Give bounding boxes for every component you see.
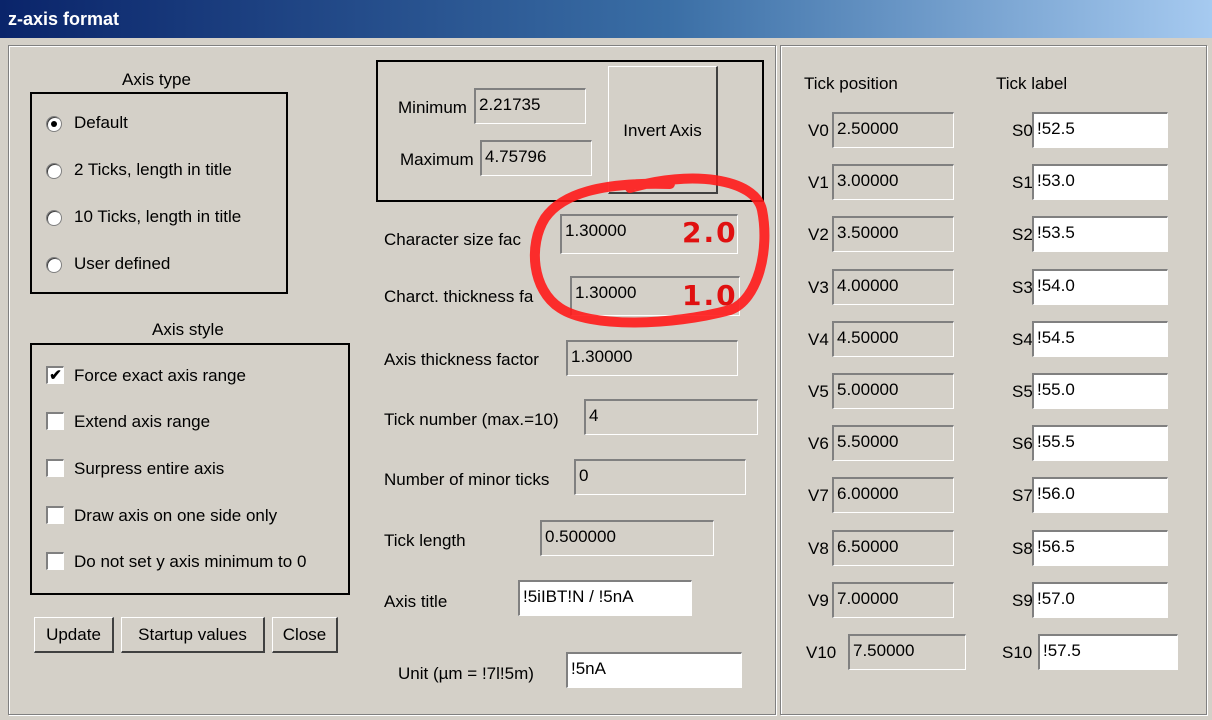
check-force-exact-label: Force exact axis range bbox=[74, 366, 246, 385]
tick-s-label: S3 bbox=[1012, 278, 1033, 297]
axis-type-heading: Axis type bbox=[122, 70, 191, 89]
tick-label-field[interactable]: !55.5 bbox=[1032, 425, 1168, 461]
maximum-label: Maximum bbox=[400, 150, 474, 169]
tick-s-label: S1 bbox=[1012, 173, 1033, 192]
tick-v-label: V3 bbox=[808, 278, 829, 297]
tick-label-field[interactable]: !53.5 bbox=[1032, 216, 1168, 252]
tick-position-field[interactable]: 4.00000 bbox=[832, 269, 954, 305]
tick-s-label: S4 bbox=[1012, 330, 1033, 349]
axis-thickness-label: Axis thickness factor bbox=[384, 350, 539, 369]
check-one-side-label: Draw axis on one side only bbox=[74, 506, 278, 525]
tick-s-label: S5 bbox=[1012, 382, 1033, 401]
tick-s-label: S6 bbox=[1012, 434, 1033, 453]
tick-position-field[interactable]: 7.00000 bbox=[832, 582, 954, 618]
tick-s-label: S10 bbox=[1002, 643, 1033, 662]
minimum-field[interactable]: 2.21735 bbox=[474, 88, 586, 124]
axis-title-field[interactable]: !5iIBT!N / !5nA bbox=[518, 580, 692, 616]
tick-label-field[interactable]: !52.5 bbox=[1032, 112, 1168, 148]
window-title-bar[interactable]: z-axis format bbox=[0, 0, 1212, 38]
unit-field[interactable]: !5nA bbox=[566, 652, 742, 688]
tick-length-field[interactable]: 0.500000 bbox=[540, 520, 714, 556]
char-thickness-label: Charct. thickness fa bbox=[384, 287, 534, 306]
check-force-exact-box[interactable]: ✔ bbox=[46, 366, 64, 384]
radio-10-ticks-label: 10 Ticks, length in title bbox=[74, 207, 242, 226]
tick-position-field[interactable]: 6.50000 bbox=[832, 530, 954, 566]
check-extend-range-label: Extend axis range bbox=[74, 412, 211, 431]
radio-2-ticks-label: 2 Ticks, length in title bbox=[74, 160, 232, 179]
tick-v-label: V2 bbox=[808, 225, 829, 244]
tick-s-label: S7 bbox=[1012, 486, 1033, 505]
tick-position-field[interactable]: 3.00000 bbox=[832, 164, 954, 200]
tick-position-field[interactable]: 6.00000 bbox=[832, 477, 954, 513]
tick-label-field[interactable]: !56.5 bbox=[1032, 530, 1168, 566]
tick-v-label: V8 bbox=[808, 539, 829, 558]
tick-v-label: V4 bbox=[808, 330, 829, 349]
tick-v-label: V5 bbox=[808, 382, 829, 401]
tick-position-field[interactable]: 2.50000 bbox=[832, 112, 954, 148]
startup-values-button[interactable]: Startup values bbox=[121, 617, 265, 653]
tick-label-field[interactable]: !57.0 bbox=[1032, 582, 1168, 618]
red-highlight-stroke bbox=[529, 173, 770, 328]
tick-label-field[interactable]: !54.5 bbox=[1032, 321, 1168, 357]
tick-label-field[interactable]: !57.5 bbox=[1038, 634, 1178, 670]
tick-s-label: S0 bbox=[1012, 121, 1033, 140]
tick-s-label: S9 bbox=[1012, 591, 1033, 610]
tick-position-field[interactable]: 5.50000 bbox=[832, 425, 954, 461]
radio-default-button[interactable] bbox=[46, 116, 62, 132]
axis-thickness-field[interactable]: 1.30000 bbox=[566, 340, 738, 376]
tick-label-field[interactable]: !54.0 bbox=[1032, 269, 1168, 305]
char-size-label: Character size fac bbox=[384, 230, 521, 249]
check-extend-range-box[interactable] bbox=[46, 412, 64, 430]
tick-v-label: V6 bbox=[808, 434, 829, 453]
tick-position-field[interactable]: 7.50000 bbox=[848, 634, 966, 670]
check-one-side-box[interactable] bbox=[46, 506, 64, 524]
check-surpress-axis-box[interactable] bbox=[46, 459, 64, 477]
tick-v-label: V10 bbox=[806, 643, 837, 662]
tick-label-field[interactable]: !56.0 bbox=[1032, 477, 1168, 513]
close-button[interactable]: Close bbox=[272, 617, 338, 653]
minor-ticks-label: Number of minor ticks bbox=[384, 470, 550, 489]
tick-label-field[interactable]: !55.0 bbox=[1032, 373, 1168, 409]
check-surpress-axis-label: Surpress entire axis bbox=[74, 459, 225, 478]
tick-v-label: V7 bbox=[808, 486, 829, 505]
radio-2-ticks-button[interactable] bbox=[46, 163, 62, 179]
tick-v-label: V0 bbox=[808, 121, 829, 140]
tick-position-heading: Tick position bbox=[804, 74, 898, 93]
tick-position-field[interactable]: 3.50000 bbox=[832, 216, 954, 252]
radio-user-defined-button[interactable] bbox=[46, 257, 62, 273]
tick-s-label: S8 bbox=[1012, 539, 1033, 558]
tick-v-label: V9 bbox=[808, 591, 829, 610]
unit-label: Unit (µm = !7l!5m) bbox=[398, 664, 534, 683]
tick-position-field[interactable]: 4.50000 bbox=[832, 321, 954, 357]
check-y-min-box[interactable] bbox=[46, 552, 64, 570]
update-button[interactable]: Update bbox=[34, 617, 114, 653]
tick-v-label: V1 bbox=[808, 173, 829, 192]
minor-ticks-field[interactable]: 0 bbox=[574, 459, 746, 495]
axis-title-label: Axis title bbox=[384, 592, 448, 611]
radio-user-defined-label: User defined bbox=[74, 254, 171, 273]
tick-s-label: S2 bbox=[1012, 225, 1033, 244]
tick-number-field[interactable]: 4 bbox=[584, 399, 758, 435]
check-y-min-label: Do not set y axis minimum to 0 bbox=[74, 552, 307, 571]
axis-style-heading: Axis style bbox=[152, 320, 224, 339]
radio-default-label: Default bbox=[74, 113, 128, 132]
radio-10-ticks-button[interactable] bbox=[46, 210, 62, 226]
tick-length-label: Tick length bbox=[384, 531, 466, 550]
tick-label-field[interactable]: !53.0 bbox=[1032, 164, 1168, 200]
window-title: z-axis format bbox=[8, 9, 120, 29]
tick-number-label: Tick number (max.=10) bbox=[384, 410, 559, 429]
tick-label-heading: Tick label bbox=[996, 74, 1068, 93]
minimum-label: Minimum bbox=[398, 98, 467, 117]
red-highlight-circle bbox=[529, 173, 770, 328]
tick-position-field[interactable]: 5.00000 bbox=[832, 373, 954, 409]
